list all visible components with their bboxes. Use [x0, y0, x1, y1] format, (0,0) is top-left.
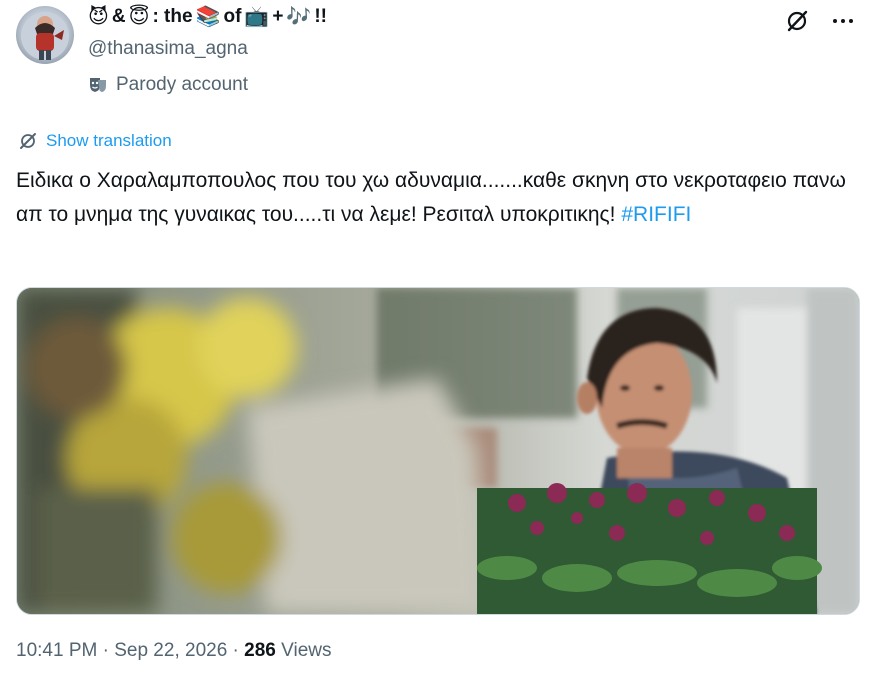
music-emoji: 🎶: [286, 6, 312, 28]
display-name[interactable]: 😈 & 😇 : the 📚 of 📺 + 🎶 !!: [88, 6, 327, 28]
translate-icon: [20, 133, 36, 149]
parody-mask-icon: [90, 78, 106, 92]
parody-text: Parody account: [116, 74, 249, 95]
name-the: : the: [152, 6, 193, 27]
show-translation-link[interactable]: Show translation: [18, 131, 172, 151]
avatar[interactable]: [16, 6, 74, 64]
hashtag-link[interactable]: #RIFIFI: [621, 203, 691, 226]
grok-icon[interactable]: [784, 8, 810, 34]
views-count: 286: [244, 640, 276, 661]
tweet-text: Ειδικα ο Χαραλαμποπουλος που του χω αδυν…: [16, 164, 856, 232]
views-label: Views: [281, 640, 332, 661]
meta-separator: ·: [232, 640, 239, 661]
devil-emoji: 😈: [88, 6, 109, 28]
tweet-meta: 10:41 PM · Sep 22, 2026 · 286 Views: [16, 640, 331, 662]
angel-emoji: 😇: [128, 6, 150, 28]
name-exclaim: !!: [314, 6, 327, 27]
tweet-date[interactable]: Sep 22, 2026: [114, 640, 227, 661]
user-handle[interactable]: @thanasima_agna: [88, 38, 248, 60]
name-plus: +: [272, 6, 284, 27]
tweet-media-photo[interactable]: [16, 287, 860, 615]
parody-label: Parody account: [88, 74, 248, 96]
books-emoji: 📚: [195, 6, 221, 28]
tweet-body: Ειδικα ο Χαραλαμποπουλος που του χω αδυν…: [16, 169, 846, 226]
tweet-actions-top: [784, 8, 856, 34]
show-translation-label: Show translation: [46, 131, 172, 150]
name-of: of: [223, 6, 242, 27]
more-icon[interactable]: [830, 8, 856, 34]
tweet-time[interactable]: 10:41 PM: [16, 640, 97, 661]
tv-emoji: 📺: [244, 6, 270, 28]
name-ampersand: &: [111, 6, 126, 27]
meta-separator: ·: [102, 640, 109, 661]
